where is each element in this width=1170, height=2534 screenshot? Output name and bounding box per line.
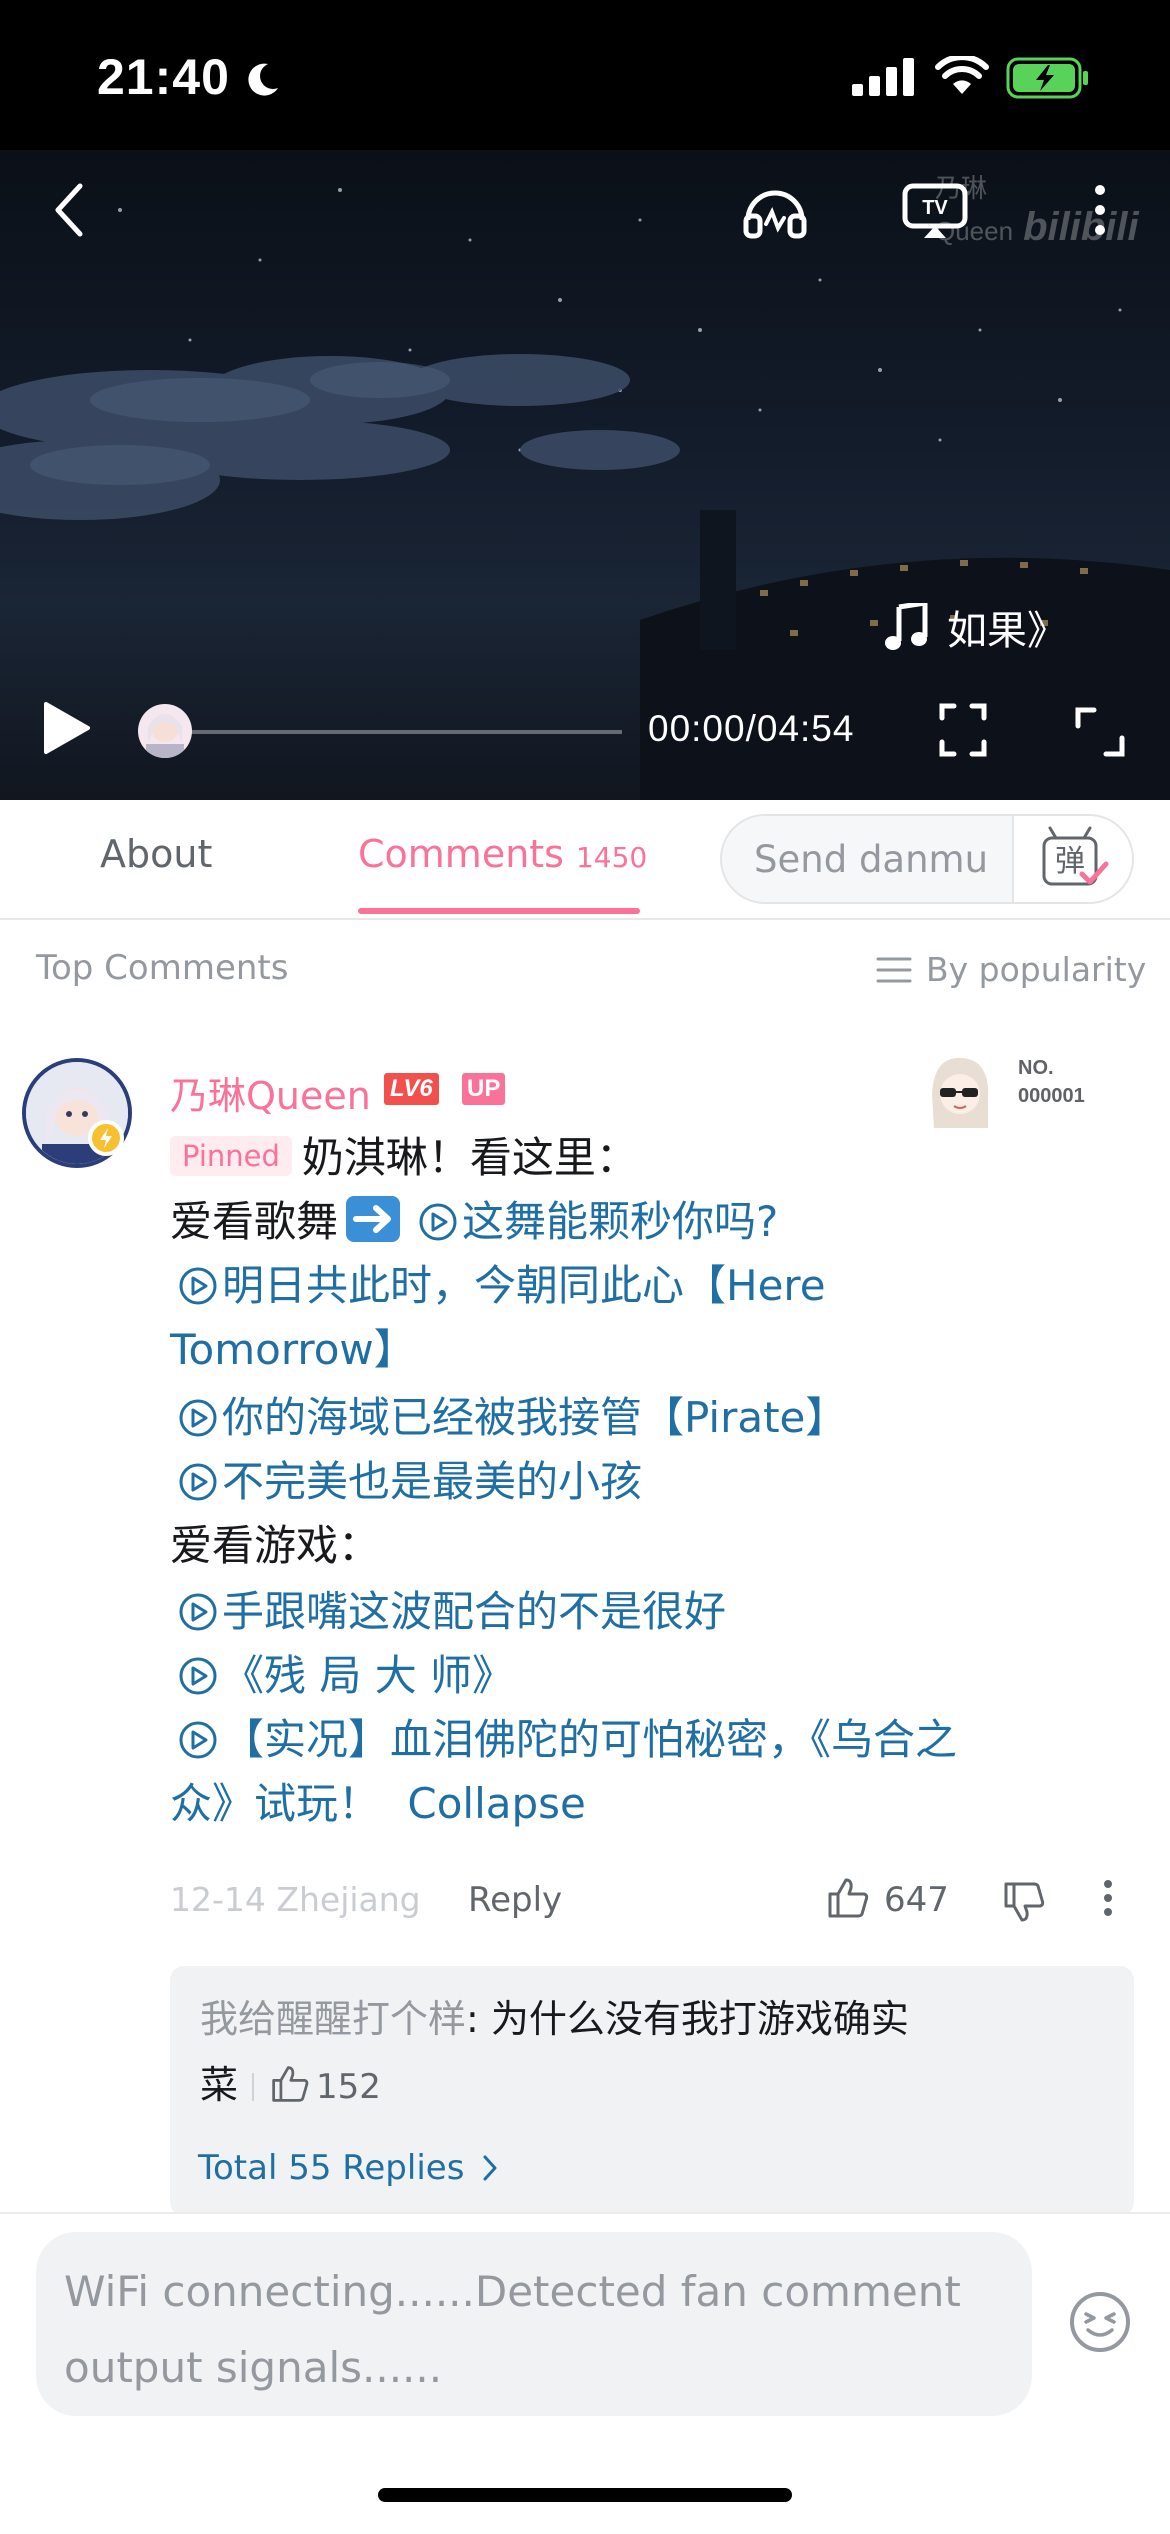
video-link-4[interactable]: 不完美也是最美的小孩 [222, 1457, 642, 1506]
comment-line-10: 【实况】血泪佛陀的可怕秘密，《乌合之 [170, 1708, 1070, 1772]
video-link-icon [179, 1657, 217, 1695]
video-link-3[interactable]: 你的海域已经被我接管【Pirate】 [222, 1393, 847, 1442]
song-label: 如果》 [885, 598, 1067, 656]
comment-line-2: 爱看歌舞 这舞能颗秒你吗? [170, 1190, 1070, 1254]
song-title: 如果》 [947, 608, 1067, 654]
video-link-icon [419, 1203, 457, 1241]
collapse-link[interactable]: Collapse [407, 1779, 585, 1828]
total-replies-label: Total 55 Replies [198, 2148, 465, 2188]
menu-lines-icon [876, 957, 912, 982]
total-replies-link[interactable]: Total 55 Replies [198, 2148, 498, 2188]
video-link-7-cont[interactable]: 众》试玩！ [170, 1779, 380, 1828]
video-link-1[interactable]: 这舞能颗秒你吗? [462, 1197, 778, 1246]
reply-like-icon[interactable] [270, 2064, 310, 2104]
comment-line-9: 《残 局 大 师》 [170, 1644, 1070, 1708]
battery-charging-icon [1006, 57, 1088, 99]
replies-preview[interactable]: 我给醒醒打个样: 为什么没有我打游戏确实 菜 152 Total 55 Repli… [170, 1966, 1134, 2216]
video-link-2-cont[interactable]: Tomorrow】 [170, 1325, 416, 1374]
comment-line-5: 你的海域已经被我接管【Pirate】 [170, 1386, 1070, 1450]
reply-text: : 为什么没有我打游戏确实 [466, 1997, 909, 2041]
divider [252, 2073, 255, 2101]
comment-input-placeholder[interactable]: WiFi connecting......Detected fan commen… [64, 2254, 1014, 2406]
video-link-icon [179, 1593, 217, 1631]
back-icon[interactable] [50, 180, 90, 240]
active-tab-indicator [358, 908, 640, 914]
comment-line-7: 爱看游戏： [170, 1521, 381, 1570]
video-link-7[interactable]: 【实况】血泪佛陀的可怕秘密，《乌合之 [222, 1715, 957, 1764]
comment-line-4: Tomorrow】 [170, 1318, 1070, 1382]
comment-input[interactable]: WiFi connecting......Detected fan commen… [36, 2232, 1032, 2416]
tab-comments-label: Comments [358, 832, 564, 876]
sort-by-popularity[interactable]: By popularity [876, 950, 1146, 989]
video-link-icon [179, 1463, 217, 1501]
progress-track[interactable] [190, 730, 622, 734]
danmu-toggle-button[interactable]: 弹 [1012, 816, 1132, 902]
like-count: 647 [884, 1880, 949, 1920]
right-arrow-emoji-icon [346, 1196, 401, 1242]
tab-comments[interactable]: Comments 1450 [358, 832, 647, 876]
music-note-icon [885, 603, 928, 650]
reply-text-cont: 菜 [200, 2063, 239, 2107]
more-vertical-icon[interactable] [1090, 180, 1110, 240]
home-indicator[interactable] [378, 2488, 792, 2502]
comment-line-8: 手跟嘴这波配合的不是很好 [170, 1580, 1070, 1644]
play-icon[interactable] [40, 700, 92, 756]
fullscreen-icon[interactable] [938, 702, 988, 758]
expand-icon[interactable] [1074, 706, 1126, 758]
level-badge: LV6 [384, 1073, 439, 1105]
tab-bar: About Comments 1450 Send danmu 弹 [0, 800, 1170, 920]
video-link-5[interactable]: 手跟嘴这波配合的不是很好 [222, 1587, 726, 1636]
send-danmu-field[interactable]: Send danmu 弹 [720, 814, 1134, 904]
status-bar: 21:40 [0, 0, 1170, 150]
video-player[interactable]: TV 乃琳Queen bilibili 如果》 00:00/04:54 [0, 150, 1170, 800]
comment-username[interactable]: 乃琳Queen [170, 1065, 371, 1120]
danmu-icon: 弹 [1042, 826, 1109, 886]
comment-line-6: 不完美也是最美的小孩 [170, 1450, 1070, 1514]
chevron-right-icon [483, 2155, 497, 2181]
status-time: 21:40 [97, 49, 230, 105]
dislike-icon[interactable] [1002, 1880, 1046, 1924]
time-display: 00:00/04:54 [648, 708, 855, 749]
comments-count: 1450 [575, 841, 648, 874]
up-badge: UP [462, 1073, 506, 1105]
top-comments-heading: Top Comments [36, 948, 289, 988]
reply-username[interactable]: 我给醒醒打个样 [200, 1997, 466, 2041]
video-link-6[interactable]: 《残 局 大 师》 [222, 1651, 514, 1700]
pinned-badge: Pinned [170, 1136, 292, 1176]
comment-line-11: 众》试玩！ Collapse [170, 1772, 1070, 1836]
video-watermark: 乃琳Queen bilibili [935, 173, 1139, 249]
danmu-input-placeholder[interactable]: Send danmu [754, 838, 988, 881]
comment-line-1: Pinned 奶淇琳！看这里： [170, 1126, 1070, 1190]
fan-medal-avatar [932, 1057, 989, 1128]
wifi-icon [935, 56, 989, 94]
comment-date-location: 12-14 Zhejiang [170, 1880, 421, 1919]
video-link-2[interactable]: 明日共此时，今朝同此心【Here [222, 1261, 826, 1310]
headphone-icon[interactable] [742, 180, 808, 240]
video-link-icon [179, 1399, 217, 1437]
comment-line-3: 明日共此时，今朝同此心【Here [170, 1254, 1070, 1318]
video-link-icon [179, 1267, 217, 1305]
like-icon[interactable] [826, 1876, 870, 1920]
tab-about[interactable]: About [100, 832, 212, 876]
sort-label: By popularity [926, 950, 1147, 989]
reply-item[interactable]: 我给醒醒打个样: 为什么没有我打游戏确实 菜 152 [200, 1986, 1080, 2120]
cellular-signal-icon [852, 58, 914, 96]
comment-composer: WiFi connecting......Detected fan commen… [0, 2212, 1170, 2534]
video-link-icon [179, 1721, 217, 1759]
verified-badge-icon [88, 1120, 124, 1156]
moon-icon [248, 63, 278, 96]
reply-button[interactable]: Reply [468, 1880, 562, 1920]
comment-more-icon[interactable] [1100, 1878, 1116, 1918]
fan-number: NO. 000001 [1018, 1057, 1085, 1107]
emoji-icon[interactable] [1068, 2290, 1132, 2354]
progress-thumb-avatar[interactable] [138, 704, 192, 758]
reply-like-count: 152 [316, 2067, 381, 2107]
